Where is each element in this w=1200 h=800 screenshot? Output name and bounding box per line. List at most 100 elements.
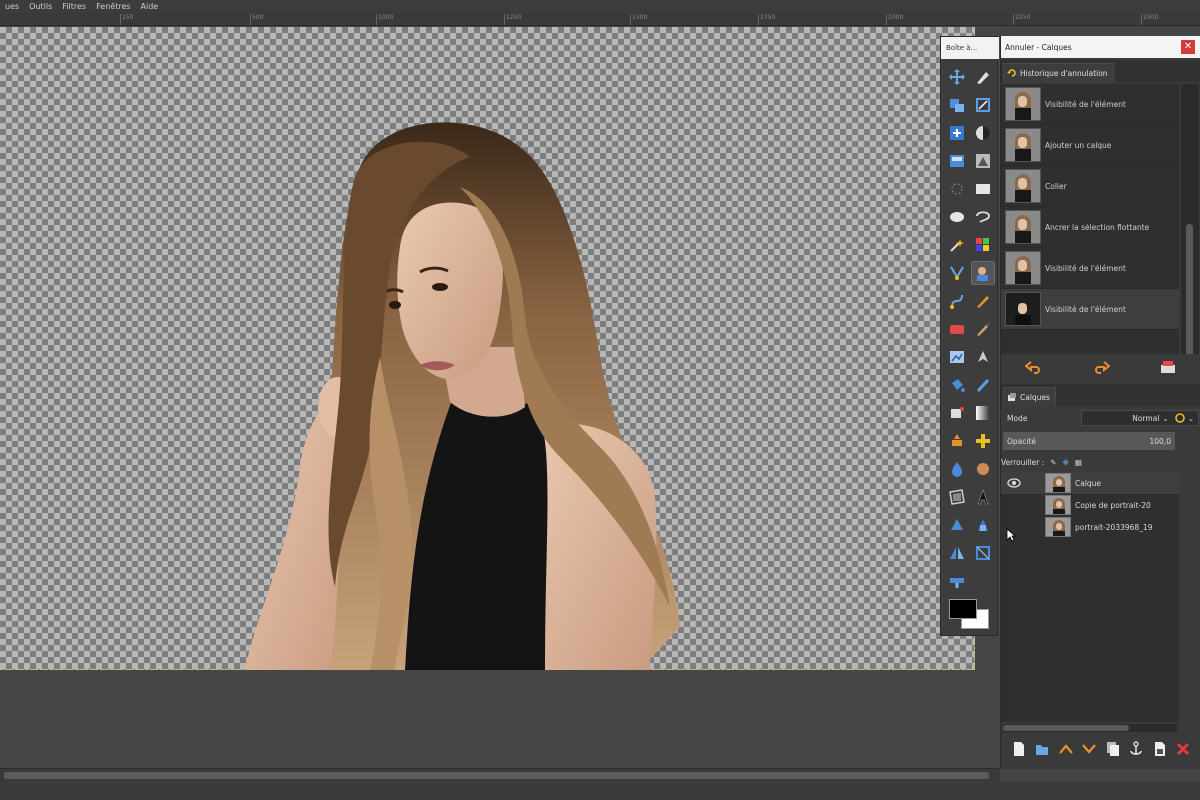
cage-transform-tool-icon[interactable]	[945, 485, 969, 509]
chain-toggle[interactable]	[1023, 475, 1045, 491]
mode-reset-icon[interactable]	[1174, 413, 1185, 423]
scissors-select-tool-icon[interactable]	[945, 261, 969, 285]
layer-row[interactable]: Calque	[1001, 472, 1179, 494]
move-tool-icon[interactable]	[945, 65, 969, 89]
menu-item-filtres[interactable]: Filtres	[57, 2, 91, 11]
layer-row[interactable]: portrait-2033968_19	[1001, 516, 1179, 538]
lock-pixels-icon[interactable]: ✎	[1050, 458, 1056, 467]
chain-toggle[interactable]	[1023, 497, 1045, 513]
crop-tool-icon[interactable]	[971, 93, 995, 117]
layer-row[interactable]: Copie de portrait-20	[1001, 494, 1179, 516]
history-item[interactable]: Ancrer la sélection flottante	[1001, 207, 1179, 248]
redo-icon[interactable]	[1092, 360, 1110, 374]
image-canvas[interactable]	[0, 27, 1000, 777]
horizontal-scrollbar[interactable]	[0, 768, 1000, 782]
horizontal-ruler[interactable]: 250 500 1000 1250 1500 1750 2000 2250 25…	[0, 13, 1200, 26]
align-tool-icon[interactable]	[945, 93, 969, 117]
foreground-select-tool-icon[interactable]	[971, 261, 995, 285]
duplicate-layer-icon[interactable]	[1104, 740, 1122, 758]
fuzzy-select-tool-icon[interactable]	[945, 233, 969, 257]
history-item-label: Visibilité de l'élément	[1045, 99, 1126, 109]
stamp-tool-icon[interactable]	[945, 429, 969, 453]
unified-transform-tool-icon[interactable]	[971, 513, 995, 537]
smudge-tool-icon[interactable]	[971, 345, 995, 369]
history-item[interactable]: Coller	[1001, 166, 1179, 207]
undo-history-list[interactable]: Visibilité de l'élément Ajouter un calqu…	[1001, 84, 1179, 374]
layer-mask-icon[interactable]	[1151, 740, 1169, 758]
scrollbar-thumb[interactable]	[1003, 725, 1129, 731]
ellipse-select-tool-icon[interactable]	[945, 205, 969, 229]
pencil-tool-icon[interactable]	[971, 289, 995, 313]
dodge-burn-tool-icon[interactable]	[945, 457, 969, 481]
history-item-label: Ancrer la sélection flottante	[1045, 222, 1150, 232]
history-item[interactable]: Visibilité de l'élément	[1001, 248, 1179, 289]
mode-select[interactable]: Normal ⌄ ⌄	[1081, 410, 1199, 426]
color-select-tool-icon[interactable]	[971, 233, 995, 257]
opacity-slider[interactable]: Opacité 100,0	[1003, 432, 1175, 450]
new-layer-icon[interactable]	[1010, 740, 1028, 758]
foreground-color-swatch[interactable]	[949, 599, 977, 619]
tab-layers[interactable]: Calques	[1003, 387, 1056, 406]
undo-icon[interactable]	[1025, 360, 1043, 374]
layers-tab-label: Calques	[1020, 392, 1050, 402]
heal-tool-icon[interactable]	[971, 429, 995, 453]
layers-list[interactable]: Calque Copie de portrait-20 portrait-203…	[1001, 472, 1179, 722]
history-item[interactable]: Ajouter un calque	[1001, 125, 1179, 166]
scrollbar-thumb[interactable]	[1186, 224, 1193, 364]
tab-undo-history[interactable]: Historique d'annulation	[1003, 63, 1114, 82]
eraser-tool-icon[interactable]	[945, 317, 969, 341]
ruler-tick: 1750	[757, 14, 776, 25]
new-layer-group-icon[interactable]	[1033, 740, 1051, 758]
warp-transform-tool-icon[interactable]	[971, 541, 995, 565]
blend-gradient-tool-icon[interactable]	[971, 401, 995, 425]
layer-thumbnail	[1045, 495, 1071, 515]
clear-history-icon[interactable]	[1159, 359, 1177, 375]
history-item-selected[interactable]: Visibilité de l'élément	[1001, 289, 1179, 330]
lasso-tool-icon[interactable]	[945, 177, 969, 201]
menu-item-fenetres[interactable]: Fenêtres	[91, 2, 135, 11]
rotate-tool-icon[interactable]	[945, 121, 969, 145]
menu-item-aide[interactable]: Aide	[136, 2, 164, 11]
clone-tool-icon[interactable]	[945, 345, 969, 369]
airbrush-tool-icon[interactable]	[945, 401, 969, 425]
chain-toggle[interactable]	[1023, 519, 1045, 535]
measure-tool-icon[interactable]	[945, 513, 969, 537]
undo-history-icon	[1007, 69, 1016, 77]
dock-panel: Annuler - Calques ✕ Historique d'annulat…	[1000, 36, 1200, 769]
delete-layer-icon[interactable]	[1174, 740, 1192, 758]
close-icon[interactable]: ✕	[1181, 40, 1195, 54]
history-item-label: Ajouter un calque	[1045, 140, 1112, 150]
free-select-tool-icon[interactable]	[971, 205, 995, 229]
lock-position-icon[interactable]: ✥	[1063, 458, 1069, 467]
rect-select-tool-icon[interactable]	[971, 177, 995, 201]
lock-alpha-icon[interactable]: ▦	[1075, 458, 1082, 467]
perspective-tool-icon[interactable]	[971, 149, 995, 173]
ruler-tick: 1500	[629, 14, 648, 25]
eye-hidden-icon[interactable]	[1005, 497, 1023, 513]
scale-tool-icon[interactable]	[945, 569, 969, 593]
history-scrollbar[interactable]	[1181, 84, 1199, 374]
dock-title-bar[interactable]: Annuler - Calques ✕	[1001, 36, 1200, 58]
eye-icon[interactable]	[1005, 475, 1023, 491]
paths-tool-icon[interactable]	[945, 289, 969, 313]
menu-item-affichage[interactable]: ues	[0, 2, 24, 11]
levels-tool-icon[interactable]	[971, 121, 995, 145]
scrollbar-thumb[interactable]	[4, 772, 989, 779]
text-tool-icon[interactable]	[971, 485, 995, 509]
toolbox-tab[interactable]: Boîte à...	[941, 37, 999, 59]
lower-layer-icon[interactable]	[1080, 740, 1098, 758]
path-pen-tool-icon[interactable]	[971, 65, 995, 89]
history-item[interactable]: Visibilité de l'élément	[1001, 84, 1179, 125]
paintbrush-tool-icon[interactable]	[971, 317, 995, 341]
anchor-layer-icon[interactable]	[1127, 740, 1145, 758]
smudge-finger-tool-icon[interactable]	[971, 457, 995, 481]
bucket-fill-tool-icon[interactable]	[945, 373, 969, 397]
raise-layer-icon[interactable]	[1057, 740, 1075, 758]
history-actions	[1001, 354, 1200, 380]
ink-tool-icon[interactable]	[971, 373, 995, 397]
fg-bg-color-selector[interactable]	[947, 597, 991, 633]
menu-item-outils[interactable]: Outils	[24, 2, 57, 11]
flip-tool-icon[interactable]	[945, 541, 969, 565]
layers-hscrollbar[interactable]	[1003, 724, 1177, 732]
text-image-tool-icon[interactable]	[945, 149, 969, 173]
